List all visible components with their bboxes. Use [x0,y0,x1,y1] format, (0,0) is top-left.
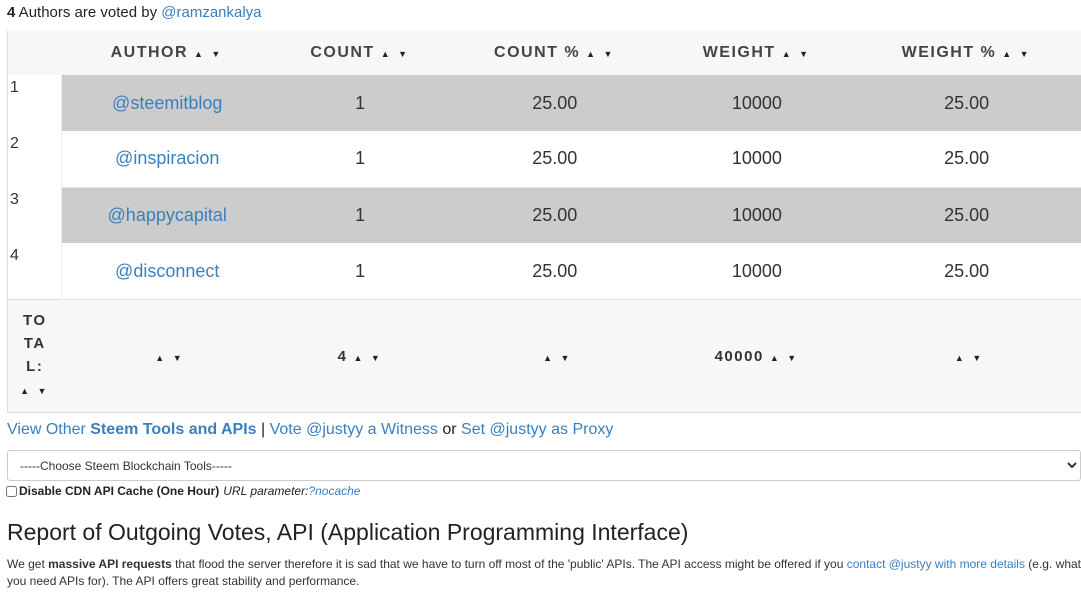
disable-cdn-checkbox[interactable] [6,485,17,497]
total-count-percent-cell: ▲ ▼ [447,299,662,413]
count-percent-header[interactable]: COUNT % ▲ ▼ [447,31,662,75]
weight-percent-cell: 25.00 [852,187,1081,243]
table-header-row: AUTHOR ▲ ▼ COUNT ▲ ▼ COUNT % ▲ ▼ WEIGHT ▲ ▼ … [7,31,1081,75]
cdn-option: Disable CDN API Cache (One Hour) URL par… [6,484,360,498]
count-percent-cell: 25.00 [447,243,662,300]
weight-cell: 10000 [661,243,853,300]
report-title: Report of Outgoing Votes, API (Applicati… [7,519,689,545]
total-label: TO TA L: ▲ ▼ [7,299,62,413]
author-link[interactable]: @steemitblog [112,93,222,113]
index-header [7,31,62,75]
summary-text: Authors are voted by [15,4,162,21]
row-index: 3 [7,187,62,243]
sort-arrows-icon[interactable]: ▲ ▼ [381,49,410,59]
sort-arrows-icon[interactable]: ▲ ▼ [353,353,382,363]
sort-arrows-icon[interactable]: ▲ ▼ [543,353,572,363]
sort-arrows-icon[interactable]: ▲ ▼ [586,49,615,59]
table-row: 3 @happycapital 1 25.00 10000 25.00 [7,187,1081,243]
author-header[interactable]: AUTHOR ▲ ▼ [61,31,273,75]
steem-tools-select[interactable]: -----Choose Steem Blockchain Tools----- [7,450,1081,481]
author-link[interactable]: @happycapital [108,205,227,225]
count-cell: 1 [272,187,448,243]
total-row: TO TA L: ▲ ▼ ▲ ▼ 4 ▲ ▼ ▲ ▼ 40000 ▲ ▼ ▲ ▼ [7,299,1081,413]
vote-witness-link[interactable]: Vote @justyy a Witness [270,421,438,438]
count-cell: 1 [272,243,448,300]
voter-link[interactable]: @ramzankalya [161,4,261,21]
contact-link[interactable]: contact @justyy with more details [847,557,1025,571]
separator: | [256,421,270,438]
total-author-cell: ▲ ▼ [61,299,273,413]
sort-arrows-icon[interactable]: ▲ ▼ [1002,49,1031,59]
total-weight-cell: 40000 ▲ ▼ [661,299,853,413]
total-weight-percent-cell: ▲ ▼ [852,299,1081,413]
votes-table: AUTHOR ▲ ▼ COUNT ▲ ▼ COUNT % ▲ ▼ WEIGHT ▲ ▼ … [7,31,1081,413]
table-row: 2 @inspiracion 1 25.00 10000 25.00 [7,131,1081,188]
author-cell: @steemitblog [61,75,273,131]
nocache-link[interactable]: ?nocache [308,484,360,498]
tools-links-line: View Other Steem Tools and APIs | Vote @… [7,421,613,439]
row-index: 1 [7,75,62,131]
author-link[interactable]: @disconnect [115,261,219,281]
author-cell: @inspiracion [61,131,273,188]
author-cell: @disconnect [61,243,273,300]
weight-percent-cell: 25.00 [852,243,1081,300]
row-index: 4 [7,243,62,300]
weight-header[interactable]: WEIGHT ▲ ▼ [661,31,853,75]
set-proxy-link[interactable]: Set @justyy as Proxy [461,421,613,438]
cdn-label: Disable CDN API Cache (One Hour) [19,484,220,498]
table-row: 4 @disconnect 1 25.00 10000 25.00 [7,243,1081,300]
api-description: We get massive API requests that flood t… [7,557,1081,588]
table-row: 1 @steemitblog 1 25.00 10000 25.00 [7,75,1081,131]
author-link[interactable]: @inspiracion [115,148,219,168]
sort-arrows-icon[interactable]: ▲ ▼ [782,49,811,59]
url-param-label: URL parameter: [223,484,309,498]
count-header[interactable]: COUNT ▲ ▼ [272,31,448,75]
sort-arrows-icon[interactable]: ▲ ▼ [20,386,49,396]
count-percent-cell: 25.00 [447,131,662,188]
row-index: 2 [7,131,62,187]
weight-cell: 10000 [661,187,853,243]
count-percent-cell: 25.00 [447,187,662,243]
sort-arrows-icon[interactable]: ▲ ▼ [955,353,984,363]
sort-arrows-icon[interactable]: ▲ ▼ [155,353,184,363]
count-cell: 1 [272,75,448,131]
or-text: or [437,421,462,438]
steem-tools-link[interactable]: View Other Steem Tools and APIs [7,421,257,438]
weight-percent-header[interactable]: WEIGHT % ▲ ▼ [852,31,1081,75]
weight-cell: 10000 [661,75,853,131]
count-cell: 1 [272,131,448,188]
summary-line: 4 Authors are voted by @ramzankalya [7,4,262,21]
author-cell: @happycapital [61,187,273,243]
weight-percent-cell: 25.00 [852,75,1081,131]
sort-arrows-icon[interactable]: ▲ ▼ [194,49,223,59]
weight-percent-cell: 25.00 [852,131,1081,188]
count-percent-cell: 25.00 [447,75,662,131]
sort-arrows-icon[interactable]: ▲ ▼ [770,353,799,363]
total-count-cell: 4 ▲ ▼ [272,299,448,413]
weight-cell: 10000 [661,131,853,188]
